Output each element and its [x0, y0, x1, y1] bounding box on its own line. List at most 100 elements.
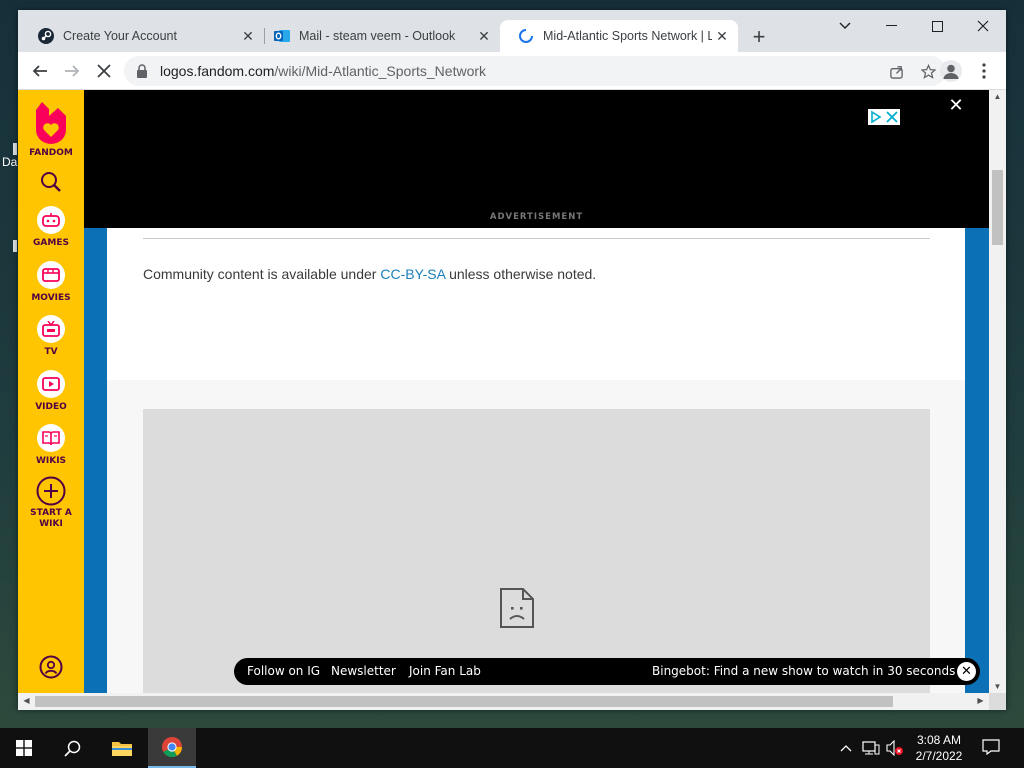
close-tab-icon[interactable]: ✕ — [238, 26, 258, 46]
stop-loading-button[interactable] — [90, 57, 118, 85]
close-window-button[interactable] — [960, 10, 1006, 42]
tab-title: Create Your Account — [63, 29, 177, 43]
close-tab-icon[interactable]: ✕ — [712, 26, 732, 46]
scroll-left-icon[interactable]: ◀ — [18, 696, 35, 705]
system-clock[interactable]: 3:08 AM 2/7/2022 — [908, 732, 970, 764]
scroll-up-icon[interactable]: ▲ — [989, 92, 1006, 101]
windows-logo-icon — [16, 740, 32, 756]
rail-item-tv[interactable]: TV — [18, 315, 84, 358]
close-tab-icon[interactable]: ✕ — [474, 26, 494, 46]
close-icon — [977, 20, 989, 32]
chevron-up-icon — [840, 745, 852, 752]
forward-arrow-icon — [65, 65, 80, 77]
license-section: Community content is available under CC-… — [107, 228, 965, 380]
games-icon — [42, 213, 60, 227]
search-icon — [63, 740, 80, 757]
scroll-right-icon[interactable]: ▶ — [972, 696, 989, 705]
chrome-taskbar-button[interactable] — [148, 728, 196, 768]
rail-item-label: MOVIES — [31, 293, 71, 303]
scrollbar-corner — [989, 693, 1006, 710]
vertical-scroll-thumb[interactable] — [992, 170, 1003, 245]
license-notice: Community content is available under CC-… — [143, 266, 596, 282]
volume-button[interactable] — [886, 739, 904, 759]
rail-user-account-button[interactable] — [18, 655, 84, 683]
rail-item-label: VIDEO — [35, 402, 67, 412]
notification-center-button[interactable] — [982, 739, 1000, 758]
back-button[interactable] — [26, 57, 54, 85]
profile-button[interactable] — [940, 60, 962, 82]
close-footer-button[interactable]: ✕ — [957, 662, 976, 681]
lock-icon — [137, 64, 147, 78]
tab-outlook-mail[interactable]: Mail - steam veem - Outlook ✕ — [256, 20, 500, 52]
taskbar-search-button[interactable] — [48, 728, 96, 768]
desktop-icon-label: Da — [2, 155, 18, 169]
advertisement-banner[interactable]: ✕ ADVERTISEMENT — [84, 90, 989, 228]
tab-search-button[interactable] — [822, 10, 868, 42]
horizontal-scrollbar[interactable]: ◀ ▶ — [18, 693, 989, 710]
show-hidden-icons-button[interactable] — [840, 740, 852, 755]
vertical-scrollbar[interactable]: ▲ ▼ — [989, 90, 1006, 693]
video-icon — [42, 377, 60, 391]
scroll-down-icon[interactable]: ▼ — [989, 682, 1006, 691]
clock-time: 3:08 AM — [916, 733, 962, 747]
tab-title: Mail - steam veem - Outlook — [299, 29, 456, 43]
rail-item-label: GAMES — [33, 238, 69, 248]
profile-avatar-icon — [943, 64, 959, 79]
star-icon — [920, 63, 936, 79]
browser-window: Create Your Account ✕ Mail - steam veem … — [18, 10, 1006, 710]
share-button[interactable] — [884, 59, 908, 83]
minimize-button[interactable] — [868, 10, 914, 42]
share-icon — [889, 65, 903, 79]
network-status-button[interactable] — [862, 740, 880, 759]
page-content: Community content is available under CC-… — [107, 228, 965, 693]
fandom-global-navigation: FANDOM GAMES MOVIES TV VIDEO WIKIS START… — [18, 90, 84, 693]
embedded-frame — [143, 409, 930, 693]
fandom-logo[interactable]: FANDOM — [18, 100, 84, 159]
forward-button[interactable] — [58, 57, 86, 85]
tab-mid-atlantic-sports-network[interactable]: Mid-Atlantic Sports Network | Lo ✕ — [500, 20, 738, 52]
rail-item-wikis[interactable]: WIKIS — [18, 424, 84, 467]
user-account-icon — [39, 655, 63, 679]
tab-title: Mid-Atlantic Sports Network | Lo — [543, 29, 712, 43]
maximize-button[interactable] — [914, 10, 960, 42]
maximize-icon — [931, 20, 943, 32]
license-link[interactable]: CC-BY-SA — [380, 266, 445, 282]
chevron-down-icon — [839, 22, 851, 29]
plus-circle-icon — [36, 476, 66, 506]
divider — [143, 238, 930, 239]
page-viewport: FANDOM GAMES MOVIES TV VIDEO WIKIS START… — [18, 90, 989, 693]
rail-item-start-a-wiki[interactable]: START A WIKI — [18, 476, 84, 530]
horizontal-scroll-thumb[interactable] — [35, 696, 893, 707]
start-button[interactable] — [0, 728, 48, 768]
wikis-icon — [42, 431, 60, 446]
movies-icon — [42, 268, 60, 282]
adchoices-icon — [871, 110, 882, 124]
ad-close-x-icon — [886, 111, 898, 123]
taskbar: 3:08 AM 2/7/2022 — [0, 728, 1024, 768]
stop-icon — [97, 64, 111, 78]
tv-icon — [42, 321, 60, 337]
fandom-flame-icon — [36, 102, 66, 144]
close-ad-button[interactable]: ✕ — [946, 95, 966, 115]
menu-button[interactable] — [970, 57, 998, 85]
bookmark-button[interactable] — [916, 59, 940, 83]
rail-item-video[interactable]: VIDEO — [18, 370, 84, 413]
advertisement-label: ADVERTISEMENT — [489, 212, 584, 222]
new-tab-button[interactable]: + — [746, 24, 772, 50]
file-explorer-button[interactable] — [98, 728, 146, 768]
address-bar[interactable]: logos.fandom.com/wiki/Mid-Atlantic_Sport… — [124, 56, 946, 86]
url-host: logos.fandom.com — [160, 63, 275, 79]
footer-link-newsletter[interactable]: Newsletter — [331, 664, 396, 678]
rail-item-movies[interactable]: MOVIES — [18, 261, 84, 304]
adchoices-badge[interactable] — [868, 109, 900, 125]
folder-icon — [112, 742, 132, 756]
tab-create-account[interactable]: Create Your Account ✕ — [20, 20, 264, 52]
footer-promo-bingebot[interactable]: Bingebot: Find a new show to watch in 30… — [652, 664, 955, 678]
clock-date: 2/7/2022 — [915, 749, 963, 763]
footer-link-follow-ig[interactable]: Follow on IG — [247, 664, 320, 678]
rail-search-button[interactable] — [18, 171, 84, 197]
rail-item-games[interactable]: GAMES — [18, 206, 84, 249]
network-icon — [862, 741, 880, 755]
footer-link-join-fan-lab[interactable]: Join Fan Lab — [409, 664, 481, 678]
license-suffix: unless otherwise noted. — [445, 266, 597, 282]
